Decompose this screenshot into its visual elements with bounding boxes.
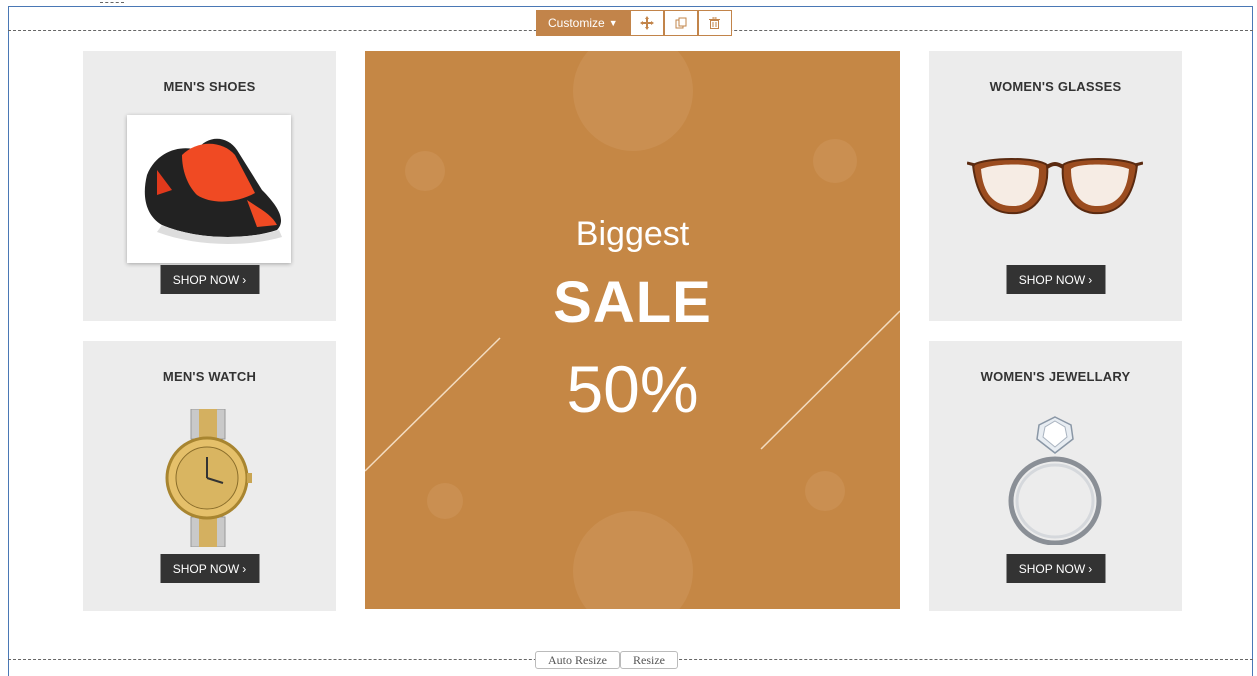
panel-title: MEN'S SHOES [163,79,256,94]
sale-banner[interactable]: Biggest SALE 50% [365,51,900,609]
customize-label: Customize [548,16,605,30]
resize-button[interactable]: Resize [620,651,678,669]
shop-now-button-womens-glasses[interactable]: SHOP NOW › [1006,265,1105,294]
banner-line-percent: 50% [566,352,699,426]
chevron-right-icon: › [1088,561,1093,576]
shop-now-button-mens-shoes[interactable]: SHOP NOW › [160,265,259,294]
banner-line-sale: SALE [553,270,712,335]
sneaker-icon [144,138,282,244]
watch-icon[interactable] [163,409,253,547]
trash-icon [709,17,721,29]
corner-marker [100,2,124,3]
panel-womens-glasses: WOMEN'S GLASSES SHOP NOW › [929,51,1182,321]
shop-now-label: SHOP NOW [1018,272,1086,287]
shoe-image[interactable] [127,115,291,263]
shop-now-button-mens-watch[interactable]: SHOP NOW › [160,554,259,583]
shop-now-label: SHOP NOW [172,561,240,576]
panel-mens-watch: MEN'S WATCH SHOP NOW › [83,341,336,611]
panel-womens-jewellary: WOMEN'S JEWELLARY SHOP NOW › [929,341,1182,611]
panel-title: WOMEN'S GLASSES [989,79,1122,94]
delete-button[interactable] [697,10,732,36]
auto-resize-button[interactable]: Auto Resize [535,651,620,669]
shop-now-label: SHOP NOW [172,272,240,287]
customize-button[interactable]: Customize ▼ [536,10,630,36]
ring-icon[interactable] [1003,415,1107,545]
shop-now-label: SHOP NOW [1018,561,1086,576]
move-button[interactable] [629,10,664,36]
copy-icon [675,17,687,29]
duplicate-button[interactable] [663,10,698,36]
chevron-right-icon: › [1088,272,1093,287]
section-toolbar: Customize ▼ [536,10,732,36]
resize-controls: Auto Resize Resize [535,651,678,669]
chevron-right-icon: › [242,561,247,576]
banner-line-biggest: Biggest [575,215,690,253]
panel-title: MEN'S WATCH [162,369,257,384]
shop-now-button-womens-jewellary[interactable]: SHOP NOW › [1006,554,1105,583]
chevron-right-icon: › [242,272,247,287]
glasses-icon[interactable] [967,155,1143,219]
move-icon [639,16,654,30]
panel-title: WOMEN'S JEWELLARY [980,369,1131,384]
panel-mens-shoes: MEN'S SHOES SHOP NOW › [83,51,336,321]
caret-down-icon: ▼ [608,18,618,28]
